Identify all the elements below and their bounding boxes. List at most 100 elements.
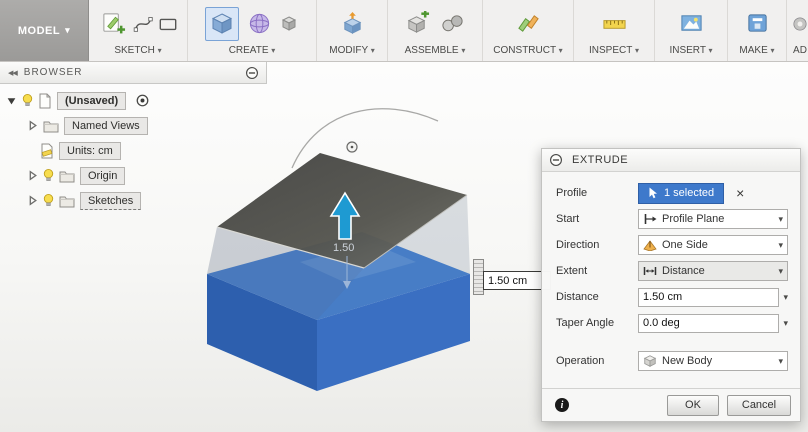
info-icon[interactable]: i	[555, 398, 569, 412]
workspace-switcher[interactable]: MODEL ▾	[0, 0, 89, 61]
direction-row: Direction One Side ▾	[556, 232, 790, 258]
measure-tool-icon[interactable]	[599, 9, 629, 39]
toolbar-group-construct: CONSTRUCT ▾	[483, 0, 574, 61]
dialog-title: EXTRUDE	[572, 154, 629, 166]
folder-icon	[43, 119, 59, 133]
profile-row: Profile 1 selected ×	[556, 180, 790, 206]
cursor-icon	[649, 187, 657, 199]
tree-item-root[interactable]: (Unsaved)	[0, 88, 266, 113]
distance-icon	[643, 267, 657, 275]
tree-item-origin[interactable]: Origin	[0, 163, 266, 188]
direction-dropdown[interactable]: One Side ▾	[638, 235, 788, 255]
tree-item-label[interactable]: Sketches	[80, 191, 142, 210]
extent-dropdown[interactable]: Distance ▾	[638, 261, 788, 281]
start-row: Start Profile Plane ▾	[556, 206, 790, 232]
activate-component-icon[interactable]	[135, 93, 150, 108]
create-sketch-icon[interactable]	[98, 9, 128, 39]
caret-down-icon: ▾	[770, 46, 775, 55]
one-side-icon	[643, 240, 657, 251]
joint-tool-icon[interactable]	[438, 9, 468, 39]
expand-closed-icon[interactable]	[27, 120, 38, 131]
clear-selection-icon[interactable]: ×	[736, 186, 744, 200]
fusion-window: 1.50 MODEL ▾ SK	[0, 0, 808, 432]
start-label: Start	[556, 213, 580, 225]
insert-menu[interactable]: INSERT ▾	[655, 45, 727, 61]
taper-caret-icon[interactable]: ▾	[783, 318, 788, 329]
browser-minimize-icon[interactable]	[245, 66, 259, 80]
new-body-icon	[643, 354, 657, 368]
cancel-button[interactable]: Cancel	[727, 394, 791, 416]
revolve-tool-icon[interactable]	[244, 9, 274, 39]
caret-down-icon: ▾	[778, 213, 783, 224]
construct-plane-icon[interactable]	[513, 9, 543, 39]
units-document-icon	[40, 143, 54, 159]
distance-row: Distance ▾	[556, 284, 790, 310]
caret-down-icon: ▾	[271, 46, 276, 55]
press-pull-tool-icon[interactable]	[337, 9, 367, 39]
inspect-menu[interactable]: INSPECT ▾	[574, 45, 654, 61]
dimension-text: 1.50	[333, 242, 354, 254]
rectangle-tool-icon[interactable]	[158, 9, 178, 39]
caret-down-icon: ▾	[778, 355, 783, 366]
caret-down-icon: ▾	[157, 46, 162, 55]
tree-item-label[interactable]: Units: cm	[59, 141, 121, 160]
extrude-tool-icon[interactable]	[205, 6, 239, 41]
tree-item-label[interactable]: Origin	[80, 166, 126, 185]
caret-down-icon: ▾	[708, 46, 713, 55]
visibility-bulb-icon[interactable]	[43, 168, 54, 183]
distance-caret-icon[interactable]: ▾	[783, 292, 788, 303]
expand-closed-icon[interactable]	[27, 170, 38, 181]
visibility-bulb-icon[interactable]	[43, 193, 54, 208]
taper-angle-row: Taper Angle ▾	[556, 310, 790, 336]
spline-tool-icon[interactable]	[133, 9, 153, 39]
component-document-icon	[38, 93, 52, 109]
caret-down-icon: ▾	[634, 46, 639, 55]
box-primitive-icon[interactable]	[279, 9, 299, 39]
profile-plane-icon	[644, 214, 657, 224]
collapse-dialog-icon[interactable]	[549, 153, 563, 167]
extrude-dialog: EXTRUDE Profile 1 selected × Start Profi…	[541, 148, 801, 422]
tree-item-sketches[interactable]: Sketches	[0, 188, 266, 213]
add-ins-icon[interactable]	[790, 9, 808, 39]
browser-header: ◀◀ BROWSER	[0, 62, 267, 84]
expand-open-icon[interactable]	[6, 95, 17, 106]
profile-selected-button[interactable]: 1 selected	[638, 182, 725, 204]
attached-canvas-icon[interactable]	[676, 9, 706, 39]
ribbon-toolbar: MODEL ▾ SKETCH ▾ CREATE ▾ MODIFY ▾ ASSEM…	[0, 0, 808, 62]
toolbar-group-sketch: SKETCH ▾	[89, 0, 188, 61]
make-menu[interactable]: MAKE ▾	[728, 45, 786, 61]
create-menu[interactable]: CREATE ▾	[188, 45, 316, 61]
caret-down-icon: ▾	[65, 25, 71, 35]
tree-item-label[interactable]: Named Views	[64, 116, 148, 135]
assemble-menu[interactable]: ASSEMBLE ▾	[388, 45, 482, 61]
browser-title: BROWSER	[23, 67, 83, 78]
modify-menu[interactable]: MODIFY ▾	[317, 45, 387, 61]
3d-print-icon[interactable]	[742, 9, 772, 39]
taper-angle-input[interactable]	[638, 313, 780, 333]
toolbar-group-inspect: INSPECT ▾	[574, 0, 655, 61]
ok-button[interactable]: OK	[667, 394, 719, 416]
taper-angle-label: Taper Angle	[556, 317, 615, 329]
folder-icon	[59, 169, 75, 183]
new-component-icon[interactable]	[403, 9, 433, 39]
tree-item-named-views[interactable]: Named Views	[0, 113, 266, 138]
caret-down-icon: ▾	[370, 46, 375, 55]
expand-closed-icon[interactable]	[27, 195, 38, 206]
operation-dropdown[interactable]: New Body ▾	[638, 351, 788, 371]
visibility-bulb-icon[interactable]	[22, 93, 33, 108]
sketch-menu[interactable]: SKETCH ▾	[89, 45, 187, 61]
start-dropdown[interactable]: Profile Plane ▾	[638, 209, 788, 229]
dialog-header[interactable]: EXTRUDE	[542, 149, 800, 172]
extent-label: Extent	[556, 265, 588, 277]
toolbar-group-create: CREATE ▾	[188, 0, 317, 61]
construct-menu[interactable]: CONSTRUCT ▾	[483, 45, 573, 61]
folder-icon	[59, 194, 75, 208]
operation-label: Operation	[556, 355, 605, 367]
caret-down-icon: ▾	[778, 265, 783, 276]
distance-input[interactable]	[638, 287, 780, 307]
tree-item-units[interactable]: Units: cm	[0, 138, 266, 163]
operation-row: Operation New Body ▾	[556, 348, 790, 374]
collapse-browser-icon[interactable]: ◀◀	[8, 69, 18, 77]
root-component-label[interactable]: (Unsaved)	[57, 91, 127, 110]
addins-menu[interactable]: AD	[787, 45, 808, 61]
